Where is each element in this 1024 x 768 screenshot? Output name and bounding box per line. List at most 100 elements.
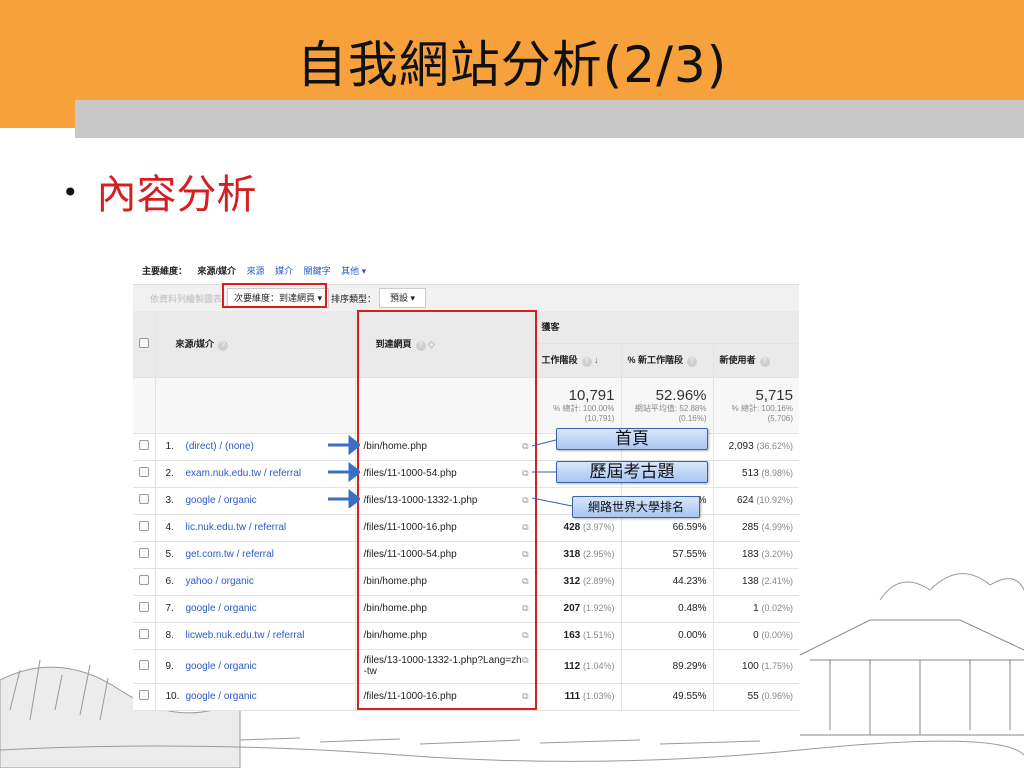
header-new-sessions-pct[interactable]: % 新工作階段? — [620, 343, 713, 378]
row-index: 5. — [165, 549, 174, 560]
help-icon[interactable]: ? — [581, 357, 592, 367]
row-sessions: 163 — [563, 630, 581, 641]
totals-new-pct-value: 52.96% — [655, 386, 707, 404]
totals-empty — [154, 377, 355, 434]
dimension-keyword[interactable]: 關鍵字 — [304, 266, 331, 276]
row-sessions-cell: 111 (1.03%) — [534, 683, 621, 711]
row-checkbox[interactable] — [138, 440, 149, 450]
row-new-users-cell: 513 (8.98%) — [712, 460, 799, 488]
totals-sessions-sub: % 總計: 100.00% — [553, 403, 615, 413]
arrow-icons — [328, 434, 360, 508]
dimension-other-dropdown[interactable]: 其他 ▾ — [341, 266, 366, 276]
help-icon[interactable]: ? — [218, 340, 229, 351]
row-checkbox[interactable] — [138, 575, 149, 585]
row-index: 10. — [165, 691, 180, 702]
row-sessions-pct: (1.51%) — [582, 630, 615, 640]
row-sessions-pct: (1.92%) — [582, 603, 615, 613]
totals-empty — [133, 377, 155, 434]
row-source-link[interactable]: (direct) / (none) — [186, 441, 254, 452]
row-source-link[interactable]: google / organic — [186, 495, 257, 506]
highlight-secondary-dimension — [222, 283, 327, 308]
row-new-pct-cell: 66.59% — [620, 514, 713, 542]
row-source-link[interactable]: google / organic — [186, 691, 257, 702]
row-new-users-pct: (2.41%) — [761, 576, 793, 586]
row-source-cell: 1. (direct) / (none) — [154, 433, 355, 461]
header-source-label: 來源/媒介 — [175, 338, 215, 349]
row-checkbox[interactable] — [138, 690, 149, 700]
row-checkbox[interactable] — [138, 494, 149, 504]
help-icon[interactable]: ? — [759, 357, 770, 367]
row-index: 7. — [165, 603, 174, 614]
callout-homepage: 首頁 — [556, 428, 708, 450]
row-new-users-pct: (36.62%) — [756, 441, 793, 451]
row-new-users: 1 — [753, 603, 759, 614]
row-sessions-cell: 207 (1.92%) — [534, 595, 621, 623]
row-new-users-pct: (8.98%) — [761, 468, 793, 478]
select-all-checkbox[interactable] — [138, 337, 149, 348]
header-sessions[interactable]: 工作階段? ↓ — [534, 343, 621, 378]
row-source-link[interactable]: get.com.tw / referral — [186, 549, 274, 560]
row-new-users-pct: (4.99%) — [761, 522, 793, 532]
row-source-link[interactable]: licweb.nuk.edu.tw / referral — [186, 630, 305, 641]
row-checkbox-cell — [133, 460, 155, 488]
chevron-down-icon: ▾ — [410, 293, 416, 303]
row-sessions-cell: 428 (3.97%) — [534, 514, 621, 542]
row-checkbox-cell — [133, 541, 155, 569]
row-checkbox-cell — [133, 568, 155, 596]
row-checkbox[interactable] — [138, 467, 149, 477]
row-new-pct-cell: 57.55% — [620, 541, 713, 569]
row-sessions-pct: (3.97%) — [582, 522, 615, 532]
sort-type-select[interactable]: 預設 ▾ — [379, 288, 427, 308]
bullet-text: 內容分析 — [96, 172, 257, 218]
row-index: 1. — [165, 441, 174, 452]
row-source-link[interactable]: google / organic — [186, 603, 257, 614]
row-source-cell: 10. google / organic — [154, 683, 355, 711]
row-checkbox[interactable] — [138, 659, 149, 670]
right-arrow-icon — [348, 461, 360, 483]
totals-sessions: 10,791% 總計: 100.00% (10,791) — [534, 377, 621, 434]
row-new-users-pct: (10.92%) — [756, 495, 793, 505]
plot-rows-button[interactable]: 依資料列繪製圖表 — [150, 292, 222, 305]
row-index: 3. — [165, 495, 174, 506]
row-checkbox-cell — [133, 433, 155, 461]
row-source-cell: 8. licweb.nuk.edu.tw / referral — [154, 622, 355, 650]
row-new-users-pct: (1.75%) — [761, 660, 793, 671]
row-new-users: 624 — [737, 495, 754, 506]
help-icon[interactable]: ? — [687, 357, 698, 367]
row-new-users: 513 — [742, 468, 759, 479]
row-source-link[interactable]: yahoo / organic — [186, 576, 254, 587]
row-sessions: 428 — [563, 522, 581, 533]
right-arrow-icon — [348, 434, 360, 456]
row-sessions-pct: (2.95%) — [582, 549, 615, 559]
row-checkbox-cell — [133, 514, 155, 542]
row-new-users-cell: 1 (0.02%) — [712, 595, 799, 623]
header-source-medium[interactable]: 來源/媒介? — [154, 311, 355, 378]
title-underband — [75, 100, 1024, 138]
row-checkbox[interactable] — [138, 602, 149, 612]
row-source-link[interactable]: lic.nuk.edu.tw / referral — [186, 522, 287, 533]
row-new-pct-cell: 0.48% — [620, 595, 713, 623]
row-checkbox[interactable] — [138, 521, 149, 531]
row-index: 9. — [165, 660, 174, 672]
row-checkbox[interactable] — [138, 629, 149, 639]
dimension-source[interactable]: 來源 — [247, 266, 265, 276]
header-acquisition: 獲客 — [534, 311, 799, 344]
row-source-cell: 4. lic.nuk.edu.tw / referral — [154, 514, 355, 542]
header-sessions-label: 工作階段 — [541, 355, 578, 365]
dimension-medium[interactable]: 媒介 — [275, 266, 293, 276]
row-source-cell: 7. google / organic — [154, 595, 355, 623]
row-checkbox-cell — [133, 595, 155, 623]
row-checkbox[interactable] — [138, 548, 149, 558]
row-new-users-pct: (0.96%) — [761, 691, 793, 701]
dimension-source-medium[interactable]: 來源/媒介 — [198, 266, 237, 276]
header-new-users[interactable]: 新使用者? — [712, 343, 799, 378]
sort-type-label: 排序類型： — [331, 294, 377, 304]
row-new-users: 183 — [742, 549, 759, 560]
slide-title: 自我網站分析(2/3) — [296, 36, 728, 94]
row-source-link[interactable]: google / organic — [186, 661, 257, 672]
totals-new-users-value: 5,715 — [755, 386, 793, 404]
row-sessions-pct: (1.04%) — [582, 660, 615, 671]
row-new-users: 2,093 — [728, 441, 754, 452]
row-sessions: 111 — [564, 691, 581, 702]
row-source-link[interactable]: exam.nuk.edu.tw / referral — [186, 468, 302, 479]
